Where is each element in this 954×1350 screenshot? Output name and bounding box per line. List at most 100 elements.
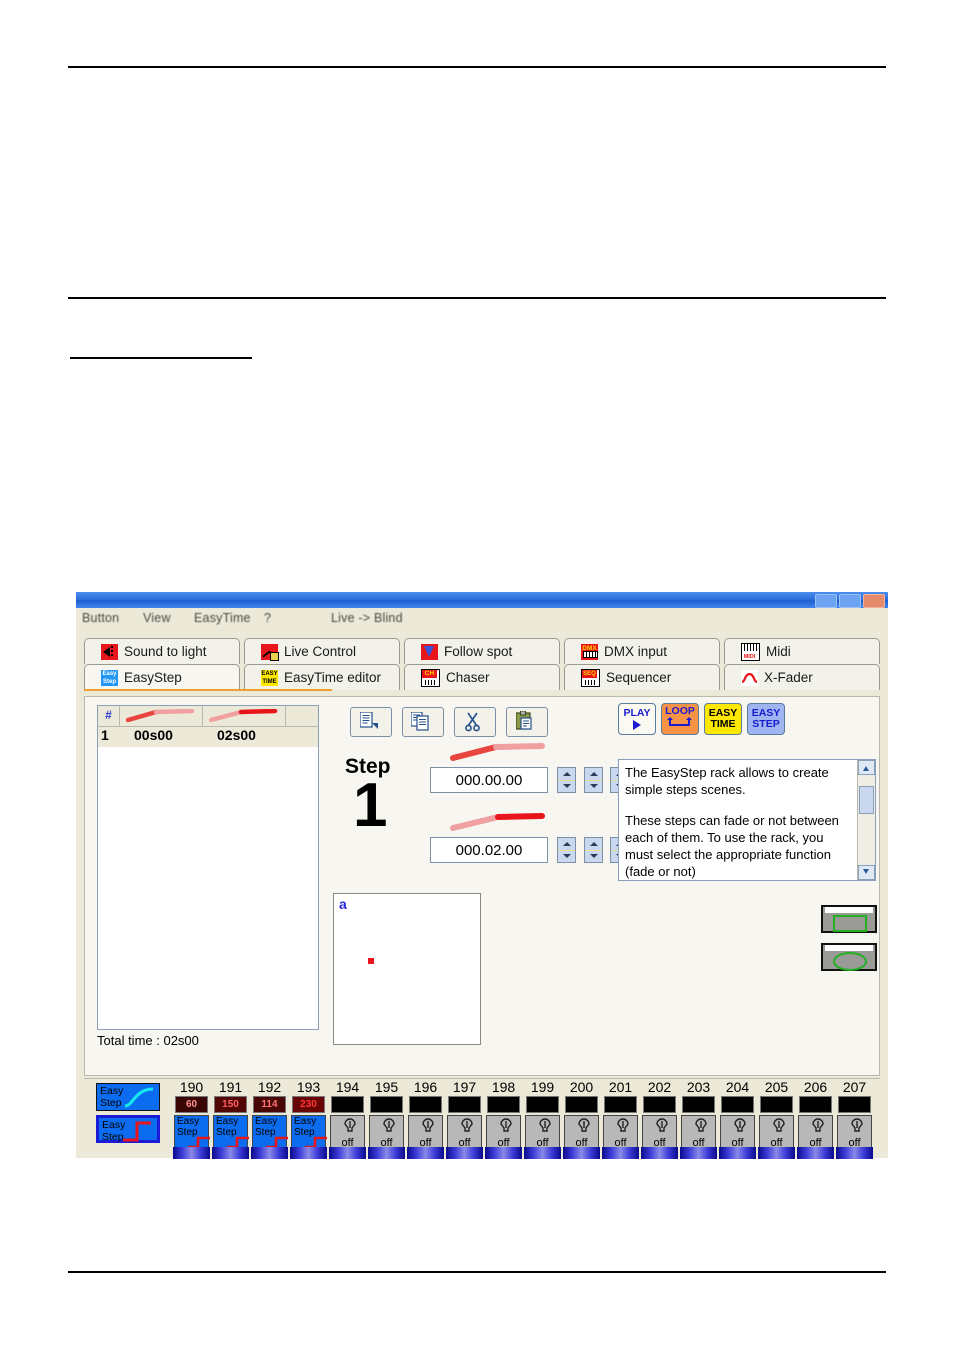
- fader-track[interactable]: [251, 1147, 288, 1159]
- menu-item-view[interactable]: View: [143, 611, 171, 625]
- menu-item-easytime[interactable]: EasyTime: [194, 611, 251, 625]
- wait-minutes-stepper[interactable]: [583, 837, 603, 863]
- channel-fader[interactable]: [445, 1147, 484, 1159]
- easytime-mode-button[interactable]: EASY TIME: [704, 703, 742, 735]
- scroll-up-arrow-icon[interactable]: [858, 760, 875, 775]
- menu-live-blind-toggle[interactable]: Live -> Blind: [331, 611, 403, 625]
- menu-item-help[interactable]: ?: [264, 611, 271, 625]
- channel-off-button[interactable]: off: [330, 1115, 365, 1151]
- shape-rectangle-button[interactable]: [821, 905, 877, 933]
- mode-step-button[interactable]: Easy Step: [96, 1115, 160, 1143]
- fader-track[interactable]: [641, 1147, 678, 1159]
- fader-track[interactable]: [329, 1147, 366, 1159]
- menu-item-button[interactable]: Button: [82, 611, 119, 625]
- channel-off-button[interactable]: off: [525, 1115, 560, 1151]
- channel-fader[interactable]: [640, 1147, 679, 1159]
- easystep-mode-button[interactable]: EASY STEP: [747, 703, 785, 735]
- scrollbar-thumb[interactable]: [859, 786, 874, 814]
- tab-sound-to-light[interactable]: Sound to light: [84, 638, 240, 664]
- channel-fader[interactable]: [328, 1147, 367, 1159]
- preview-position-marker[interactable]: [368, 958, 374, 964]
- window-titlebar[interactable]: [76, 592, 888, 608]
- channel-easystep-button[interactable]: Easy Step: [213, 1115, 249, 1151]
- fader-track[interactable]: [719, 1147, 756, 1159]
- channel-fader[interactable]: [718, 1147, 757, 1159]
- wait-time-input[interactable]: 000.02.00: [430, 837, 548, 863]
- channel-fader[interactable]: [406, 1147, 445, 1159]
- tab-follow-spot[interactable]: Follow spot: [404, 638, 560, 664]
- wait-hours-stepper[interactable]: [557, 837, 577, 863]
- channel-fader[interactable]: [835, 1147, 874, 1159]
- minimize-button[interactable]: [815, 594, 837, 608]
- channel-fader[interactable]: [211, 1147, 250, 1159]
- fader-track[interactable]: [680, 1147, 717, 1159]
- channel-fader[interactable]: [250, 1147, 289, 1159]
- fader-track[interactable]: [290, 1147, 327, 1159]
- channel-easystep-button[interactable]: Easy Step: [174, 1115, 210, 1151]
- table-row[interactable]: 1 00s00 02s00: [98, 727, 318, 747]
- fader-track[interactable]: [602, 1147, 639, 1159]
- play-button[interactable]: PLAY: [618, 703, 656, 735]
- channel-off-button[interactable]: off: [642, 1115, 677, 1151]
- fader-track[interactable]: [797, 1147, 834, 1159]
- maximize-button[interactable]: [839, 594, 861, 608]
- fader-track[interactable]: [836, 1147, 873, 1159]
- step-list[interactable]: # 1 00s00 02s00: [97, 705, 319, 1030]
- channel-off-button[interactable]: off: [798, 1115, 833, 1151]
- channel-fader[interactable]: [796, 1147, 835, 1159]
- fader-track[interactable]: [173, 1147, 210, 1159]
- tab-easystep[interactable]: Easy Step: [84, 664, 332, 691]
- cut-button[interactable]: [454, 707, 496, 737]
- scroll-down-arrow-icon[interactable]: [858, 865, 875, 880]
- copy-button[interactable]: [402, 707, 444, 737]
- fader-track[interactable]: [524, 1147, 561, 1159]
- channel-fader[interactable]: [523, 1147, 562, 1159]
- channel-off-button[interactable]: off: [837, 1115, 872, 1151]
- channel-off-button[interactable]: off: [720, 1115, 755, 1151]
- tab-live-control[interactable]: Live Control: [244, 638, 400, 664]
- fader-track[interactable]: [407, 1147, 444, 1159]
- fader-track[interactable]: [212, 1147, 249, 1159]
- channel-fader[interactable]: [367, 1147, 406, 1159]
- fade-time-input[interactable]: 000.00.00: [430, 767, 548, 793]
- channel-fader[interactable]: [562, 1147, 601, 1159]
- channel-fader[interactable]: [172, 1147, 211, 1159]
- fade-minutes-stepper[interactable]: [583, 767, 603, 793]
- channel-off-button[interactable]: off: [564, 1115, 599, 1151]
- channel-off-button[interactable]: off: [408, 1115, 443, 1151]
- channel-value-display: [682, 1096, 715, 1113]
- channel-fader[interactable]: [289, 1147, 328, 1159]
- channel-fader[interactable]: [484, 1147, 523, 1159]
- fader-track[interactable]: [368, 1147, 405, 1159]
- shape-ellipse-button[interactable]: [821, 943, 877, 971]
- fader-track[interactable]: [485, 1147, 522, 1159]
- tab-sequencer[interactable]: Sequencer: [564, 664, 720, 690]
- channel-off-button[interactable]: off: [447, 1115, 482, 1151]
- tab-dmx-input[interactable]: DMX input: [564, 638, 720, 664]
- channel-fader[interactable]: [757, 1147, 796, 1159]
- channel-fader[interactable]: [679, 1147, 718, 1159]
- new-step-button[interactable]: [350, 707, 392, 737]
- channel-off-button[interactable]: off: [486, 1115, 521, 1151]
- channel-off-button[interactable]: off: [759, 1115, 794, 1151]
- close-button[interactable]: [863, 594, 885, 608]
- tab-chaser[interactable]: Chaser: [404, 664, 560, 690]
- fader-track[interactable]: [758, 1147, 795, 1159]
- mode-fade-button[interactable]: Easy Step: [96, 1083, 160, 1111]
- channel-off-button[interactable]: off: [603, 1115, 638, 1151]
- scene-preview-area[interactable]: a: [333, 893, 481, 1045]
- help-scrollbar[interactable]: [857, 760, 875, 880]
- channel-fader[interactable]: [601, 1147, 640, 1159]
- tab-x-fader[interactable]: X-Fader: [724, 664, 880, 690]
- channel-off-button[interactable]: off: [681, 1115, 716, 1151]
- channel-easystep-button[interactable]: Easy Step: [291, 1115, 327, 1151]
- tab-easytime-editor[interactable]: EasyTime editor: [244, 664, 400, 690]
- fade-hours-stepper[interactable]: [557, 767, 577, 793]
- loop-button[interactable]: LOOP: [661, 703, 699, 735]
- fader-track[interactable]: [446, 1147, 483, 1159]
- channel-off-button[interactable]: off: [369, 1115, 404, 1151]
- paste-button[interactable]: [506, 707, 548, 737]
- tab-midi[interactable]: Midi: [724, 638, 880, 664]
- channel-easystep-button[interactable]: Easy Step: [252, 1115, 288, 1151]
- fader-track[interactable]: [563, 1147, 600, 1159]
